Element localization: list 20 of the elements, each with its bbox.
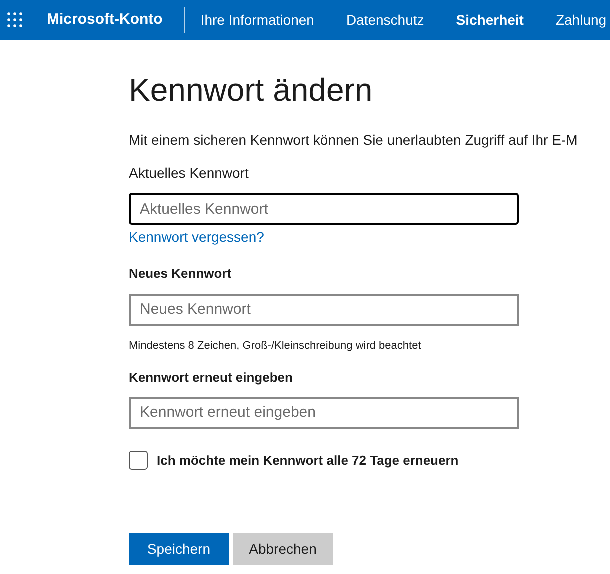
- nav-tab[interactable]: Ihre Informationen: [200, 10, 314, 30]
- password-field[interactable]: Aktuelles Kennwort: [129, 193, 519, 225]
- nav-tab[interactable]: Sicherheit: [456, 10, 524, 30]
- checkbox[interactable]: [129, 450, 148, 470]
- password-field[interactable]: Kennwort erneut eingeben: [129, 396, 519, 428]
- forgot-password-link[interactable]: Kennwort vergessen?: [129, 227, 264, 248]
- brand-title[interactable]: Microsoft-Konto: [47, 8, 163, 32]
- field-label: Aktuelles Kennwort: [129, 164, 249, 183]
- password-field[interactable]: Neues Kennwort: [129, 294, 519, 326]
- intro-text: Mit einem sicheren Kennwort können Sie unerlaubten Zugriff auf Ihr E-M: [129, 131, 578, 150]
- hint-text: Mindestens 8 Zeichen, Groß-/Kleinschreibung wird beachtet: [129, 338, 422, 354]
- nav-tab[interactable]: Zahlung: [556, 10, 607, 30]
- nav-tab[interactable]: Datenschutz: [346, 10, 424, 30]
- checkbox-label: Ich möchte mein Kennwort alle 72 Tage erneuern: [157, 452, 459, 470]
- page-title: Kennwort ändern: [129, 71, 373, 110]
- form-button[interactable]: Abbrechen: [233, 533, 333, 565]
- field-label: Neues Kennwort: [129, 265, 232, 283]
- app-launcher-icon[interactable]: [7, 12, 23, 28]
- form-button[interactable]: Speichern: [129, 533, 229, 565]
- field-label: Kennwort erneut eingeben: [129, 369, 293, 387]
